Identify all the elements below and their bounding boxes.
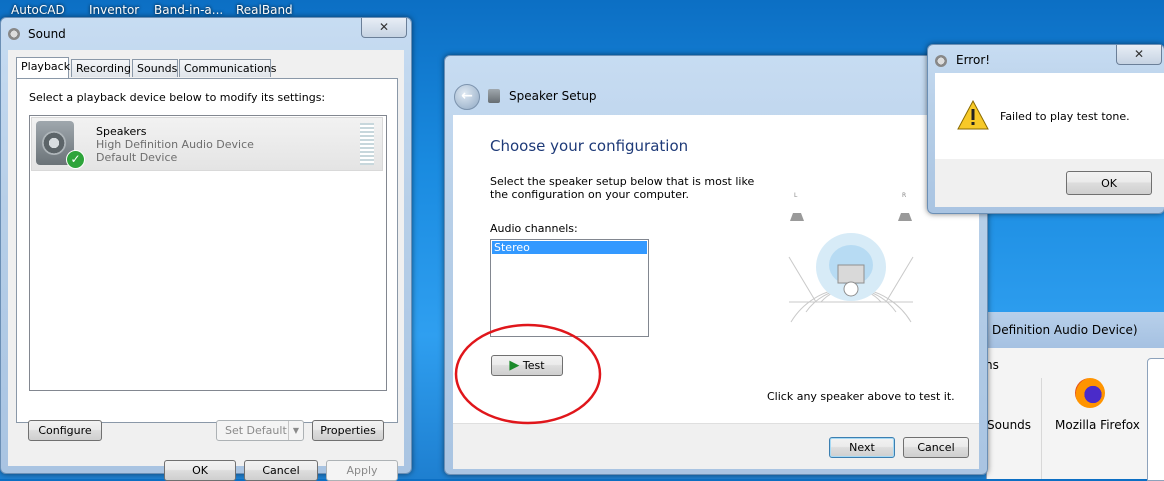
firefox-label[interactable]: Mozilla Firefox xyxy=(1055,418,1140,432)
tab-page: Select a playback device below to modify… xyxy=(16,78,398,423)
annotation-circle xyxy=(454,323,602,425)
ok-button[interactable]: OK xyxy=(164,460,236,481)
wall-line-right xyxy=(885,256,914,303)
speaker-cancel-button[interactable]: Cancel xyxy=(903,437,969,458)
back-arrow-icon[interactable]: ← xyxy=(454,84,480,110)
apply-button: Apply xyxy=(326,460,398,481)
warning-icon xyxy=(957,100,989,130)
speaker-diagram: L R xyxy=(788,192,914,323)
set-default-label: Set Default xyxy=(225,424,287,437)
right-speaker-label: R xyxy=(902,192,906,199)
page-heading: Choose your configuration xyxy=(490,137,689,155)
speaker-setup-footer: Next Cancel xyxy=(453,423,979,469)
error-close-button[interactable]: ✕ xyxy=(1116,45,1162,65)
realband-label[interactable]: RealBand xyxy=(236,3,293,17)
playback-instruction: Select a playback device below to modify… xyxy=(29,91,326,104)
level-meter xyxy=(360,123,374,165)
device-status: Default Device xyxy=(96,151,178,164)
left-speaker-label: L xyxy=(794,192,798,199)
device-name: Speakers xyxy=(96,125,147,138)
sounds-item-label[interactable]: Sounds xyxy=(987,418,1031,432)
sound-dialog: Sound ✕ Playback Recording Sounds Commun… xyxy=(0,17,412,481)
device-driver: High Definition Audio Device xyxy=(96,138,254,151)
error-title: Error! xyxy=(956,53,991,67)
tab-recording[interactable]: Recording xyxy=(71,59,131,77)
error-body: Failed to play test tone. OK xyxy=(935,73,1164,207)
tab-communications[interactable]: Communications xyxy=(179,59,276,77)
firefox-icon[interactable] xyxy=(1075,378,1105,408)
band-in-a-box-label[interactable]: Band-in-a... xyxy=(154,3,223,17)
tab-playback[interactable]: Playback xyxy=(16,57,70,78)
speaker-setup-title: Speaker Setup xyxy=(509,89,597,103)
device-list[interactable]: ✓ Speakers High Definition Audio Device … xyxy=(29,115,387,391)
test-hint: Click any speaker above to test it. xyxy=(767,390,955,403)
cancel-button[interactable]: Cancel xyxy=(244,460,318,481)
sound-icon xyxy=(8,28,20,40)
default-check-icon: ✓ xyxy=(66,150,85,169)
sound-close-button[interactable]: ✕ xyxy=(361,18,407,38)
right-speaker-icon xyxy=(898,213,912,221)
autocad-label[interactable]: AutoCAD xyxy=(11,3,65,17)
chevron-down-icon: ▼ xyxy=(288,421,303,440)
error-ok-button[interactable]: OK xyxy=(1066,171,1152,195)
wall-line-left xyxy=(788,256,817,303)
background-window: Definition Audio Device) ns Sounds Mozil… xyxy=(985,312,1164,481)
channels-label: Audio channels: xyxy=(490,222,578,235)
description-line1: Select the speaker setup below that is m… xyxy=(490,175,755,188)
next-button[interactable]: Next xyxy=(829,437,895,458)
set-default-button: Set Default ▼ xyxy=(216,420,304,441)
inventor-label[interactable]: Inventor xyxy=(89,3,139,17)
error-window-icon xyxy=(935,55,947,67)
speaker-setup-icon xyxy=(488,89,500,103)
device-row-speakers[interactable]: ✓ Speakers High Definition Audio Device … xyxy=(31,117,383,171)
background-window-title: Definition Audio Device) xyxy=(992,323,1138,337)
error-footer: OK xyxy=(935,159,1164,207)
error-dialog: Error! ✕ Failed to play test tone. OK xyxy=(927,44,1164,214)
listener-chair xyxy=(837,264,865,284)
left-speaker-icon xyxy=(790,213,804,221)
configure-button[interactable]: Configure xyxy=(28,420,102,441)
properties-button[interactable]: Properties xyxy=(312,420,384,441)
channel-option-stereo[interactable]: Stereo xyxy=(492,241,647,254)
tab-sounds[interactable]: Sounds xyxy=(132,59,178,77)
listener-head xyxy=(843,281,859,297)
description-line2: the configuration on your computer. xyxy=(490,188,689,201)
error-message: Failed to play test tone. xyxy=(1000,110,1130,123)
sound-dialog-body: Playback Recording Sounds Communications… xyxy=(8,50,404,481)
sound-dialog-title: Sound xyxy=(28,27,66,41)
